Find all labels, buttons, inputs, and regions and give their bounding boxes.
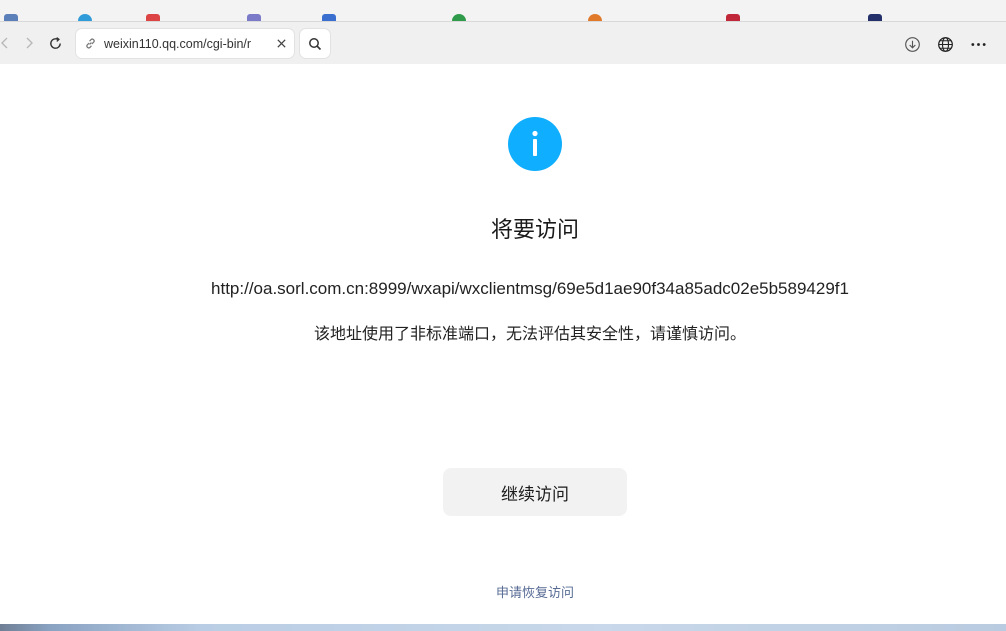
- download-icon: [904, 36, 920, 52]
- restore-access-link[interactable]: 申请恢复访问: [0, 582, 1006, 601]
- link-icon: [76, 37, 104, 50]
- bookmark-favicon-icon: [78, 14, 92, 21]
- reload-button[interactable]: [44, 32, 66, 54]
- bookmark-favicon-icon: [588, 14, 602, 21]
- bookmark-favicon-icon: [4, 14, 18, 21]
- bookmark-item[interactable]: [452, 14, 466, 21]
- bookmark-item[interactable]: [322, 14, 336, 21]
- forward-button[interactable]: [18, 32, 40, 54]
- close-icon: [276, 39, 286, 48]
- bookmark-item[interactable]: [4, 14, 18, 21]
- address-bar[interactable]: weixin110.qq.com/cgi-bin/r: [76, 29, 294, 58]
- more-icon: [970, 42, 986, 46]
- clear-address-button[interactable]: [268, 38, 294, 49]
- continue-button[interactable]: 继续访问: [443, 468, 627, 516]
- search-icon: [309, 37, 322, 50]
- download-button[interactable]: [900, 32, 924, 56]
- more-button[interactable]: [966, 32, 990, 56]
- desktop-background-strip: [0, 624, 1006, 631]
- bookmark-item[interactable]: [146, 14, 160, 21]
- page-content: 将要访问 http://oa.sorl.com.cn:8999/wxapi/wx…: [0, 64, 1006, 624]
- globe-button[interactable]: [933, 32, 957, 56]
- bookmark-favicon-icon: [247, 14, 261, 21]
- browser-toolbar: weixin110.qq.com/cgi-bin/r: [0, 22, 1006, 64]
- bookmark-item[interactable]: [868, 14, 882, 21]
- bookmark-item[interactable]: [726, 14, 740, 21]
- bookmarks-bar: [0, 0, 1006, 22]
- bookmark-item[interactable]: [247, 14, 261, 21]
- chevron-right-icon: [26, 37, 33, 49]
- search-button[interactable]: [300, 29, 330, 58]
- address-url-text[interactable]: weixin110.qq.com/cgi-bin/r: [104, 37, 268, 51]
- bookmark-favicon-icon: [322, 14, 336, 21]
- target-url: http://oa.sorl.com.cn:8999/wxapi/wxclien…: [211, 279, 849, 298]
- bookmark-item[interactable]: [588, 14, 602, 21]
- bookmark-favicon-icon: [146, 14, 160, 21]
- info-icon: [508, 117, 562, 171]
- bookmark-item[interactable]: [78, 14, 92, 21]
- warning-message: 该地址使用了非标准端口，无法评估其安全性，请谨慎访问。: [313, 324, 746, 343]
- page-title: 将要访问: [490, 218, 579, 243]
- bookmark-favicon-icon: [726, 14, 740, 21]
- reload-icon: [49, 36, 61, 49]
- globe-icon: [937, 36, 953, 52]
- back-button[interactable]: [0, 32, 16, 54]
- bookmark-favicon-icon: [868, 14, 882, 21]
- bookmark-favicon-icon: [452, 14, 466, 21]
- chevron-left-icon: [1, 37, 8, 49]
